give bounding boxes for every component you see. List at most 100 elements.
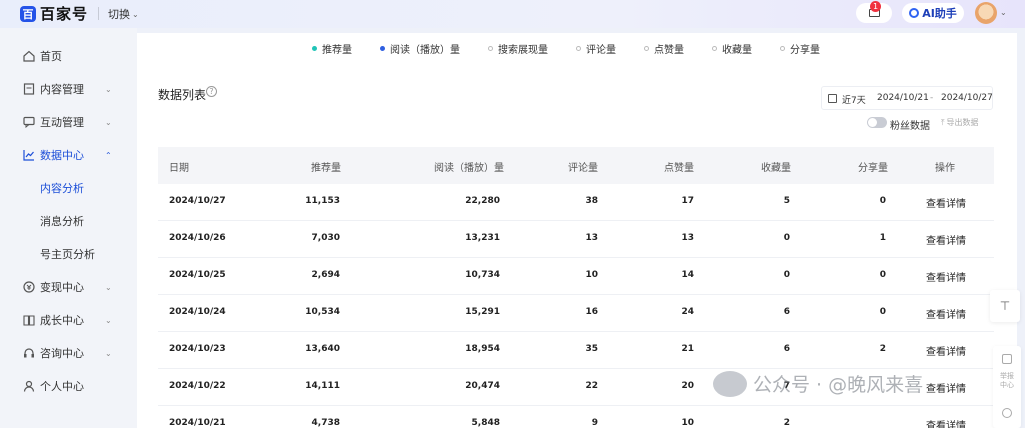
view-details-link[interactable]: 查看详情 (926, 195, 976, 210)
cell-likes: 17 (681, 196, 694, 206)
cell-read: 15,291 (465, 307, 500, 317)
chevron-down-icon: ⌄ (105, 84, 112, 94)
sidebar-item-data-center[interactable]: 数据中心 ⌃ (0, 142, 137, 168)
cell-shares: 0 (879, 270, 886, 280)
chevron-down-icon: ⌄ (132, 9, 139, 19)
export-data-button[interactable]: ⤒ 导出数据 (941, 117, 979, 128)
avatar[interactable] (975, 2, 997, 24)
cell-likes: 24 (681, 307, 694, 317)
view-details-link[interactable]: 查看详情 (926, 269, 976, 284)
chevron-down-icon: ⌄ (105, 348, 112, 358)
legend-item-favorites[interactable]: 收藏量 (712, 41, 752, 56)
column-header-shares: 分享量 (858, 163, 888, 174)
ai-assistant-label: AI助手 (922, 7, 957, 20)
cell-favorites: 0 (783, 270, 790, 280)
calendar-icon (828, 94, 837, 103)
cell-date: 2024/10/22 (169, 381, 226, 391)
legend-item-search-impressions[interactable]: 搜索展现量 (488, 41, 548, 56)
start-date[interactable]: 2024/10/21 (877, 93, 929, 103)
cell-comments: 22 (585, 381, 598, 391)
sidebar-subitem-content-analysis[interactable]: 内容分析 (0, 175, 137, 201)
sidebar-item-content[interactable]: 内容管理 ⌄ (0, 76, 137, 102)
ai-assistant-button[interactable]: AI助手 (902, 3, 964, 23)
messages-button[interactable]: 1 (856, 1, 892, 23)
view-details-link[interactable]: 查看详情 (926, 343, 976, 358)
cell-shares: 0 (879, 196, 886, 206)
table-row: 2024/10/26 7,030 13,231 13 13 0 1 查看详情 (158, 221, 994, 258)
cell-shares: 2 (879, 344, 886, 354)
sidebar-item-growth[interactable]: 成长中心 ⌄ (0, 307, 137, 333)
report-center-label[interactable]: 举报中心 (998, 372, 1016, 390)
cell-shares: 0 (879, 307, 886, 317)
logo-text: 百家号 (40, 5, 89, 23)
sidebar-item-monetization[interactable]: 变现中心 ⌄ (0, 274, 137, 300)
help-icon[interactable] (1002, 408, 1012, 418)
legend-item-likes[interactable]: 点赞量 (644, 41, 684, 56)
legend-label: 点赞量 (654, 45, 684, 56)
legend-item-comments[interactable]: 评论量 (576, 41, 616, 56)
sidebar-subitem-label: 消息分析 (40, 215, 84, 228)
cell-favorites: 6 (783, 307, 790, 317)
export-icon: ⤒ (941, 117, 945, 127)
switch-label: 切换 (108, 8, 130, 21)
floating-toolbar: 举报中心 (993, 346, 1021, 428)
view-details-link[interactable]: 查看详情 (926, 417, 976, 428)
sidebar-item-label: 内容管理 (40, 83, 84, 96)
legend-label: 分享量 (790, 45, 820, 56)
feedback-icon[interactable] (1002, 354, 1012, 364)
cell-read: 5,848 (471, 418, 500, 428)
sidebar-item-personal[interactable]: 个人中心 (0, 373, 137, 399)
sidebar-item-home[interactable]: 首页 (0, 43, 137, 69)
cell-favorites: 5 (783, 196, 790, 206)
help-icon[interactable]: ? (206, 86, 217, 97)
sidebar: 首页 内容管理 ⌄ 互动管理 ⌄ 数据中心 ⌃ 内容分析 消息分析 号主页分析 … (0, 28, 137, 428)
logo-mark: 百 (20, 5, 36, 22)
cell-likes: 21 (681, 344, 694, 354)
cell-date: 2024/10/24 (169, 307, 226, 317)
end-date[interactable]: 2024/10/27 (941, 93, 993, 103)
sidebar-subitem-homepage-analysis[interactable]: 号主页分析 (0, 241, 137, 267)
money-icon (23, 281, 35, 293)
view-details-link[interactable]: 查看详情 (926, 232, 976, 247)
back-to-top-button[interactable]: ⊤ (990, 290, 1020, 322)
legend-item-recommend[interactable]: 推荐量 (312, 41, 352, 56)
cell-date: 2024/10/27 (169, 196, 226, 206)
sidebar-item-label: 变现中心 (40, 281, 84, 294)
switch-account-button[interactable]: 切换 ⌄ (108, 6, 139, 22)
wechat-icon (713, 370, 747, 397)
export-label: 导出数据 (946, 118, 979, 127)
header-divider (98, 7, 99, 20)
fans-data-toggle[interactable] (867, 117, 887, 128)
sidebar-item-consult[interactable]: 咨询中心 ⌄ (0, 340, 137, 366)
sidebar-item-interaction[interactable]: 互动管理 ⌄ (0, 109, 137, 135)
blue-dot-icon (380, 46, 385, 51)
sidebar-subitem-label: 号主页分析 (40, 248, 95, 261)
cell-recommend: 2,694 (311, 270, 340, 280)
home-icon (23, 50, 35, 62)
chat-icon (23, 116, 35, 128)
cell-date: 2024/10/25 (169, 270, 226, 280)
headset-icon (24, 348, 34, 358)
view-details-link[interactable]: 查看详情 (926, 306, 976, 321)
cell-read: 22,280 (465, 196, 500, 206)
logo[interactable]: 百 百家号 (20, 3, 88, 24)
user-icon (23, 380, 35, 392)
document-icon (23, 83, 35, 95)
date-range-picker[interactable]: 近7天 2024/10/21 - 2024/10/27 (821, 86, 993, 110)
arrow-up-icon: ⊤ (999, 299, 1011, 313)
data-list-title: 数据列表 (158, 88, 207, 102)
table-row: 2024/10/25 2,694 10,734 10 14 0 0 查看详情 (158, 258, 994, 295)
legend-item-shares[interactable]: 分享量 (780, 41, 820, 56)
sidebar-item-label: 首页 (40, 50, 62, 63)
legend-item-read[interactable]: 阅读（播放）量 (380, 41, 460, 56)
sidebar-subitem-message-analysis[interactable]: 消息分析 (0, 208, 137, 234)
book-icon (23, 315, 35, 326)
legend-label: 评论量 (586, 45, 616, 56)
chevron-down-icon[interactable]: ⌄ (1000, 8, 1007, 17)
toggle-knob (868, 118, 877, 127)
view-details-link[interactable]: 查看详情 (926, 380, 976, 395)
chevron-down-icon: ⌄ (105, 117, 112, 127)
chart-line-icon (23, 150, 34, 161)
legend-label: 收藏量 (722, 45, 752, 56)
cell-likes: 13 (681, 233, 694, 243)
